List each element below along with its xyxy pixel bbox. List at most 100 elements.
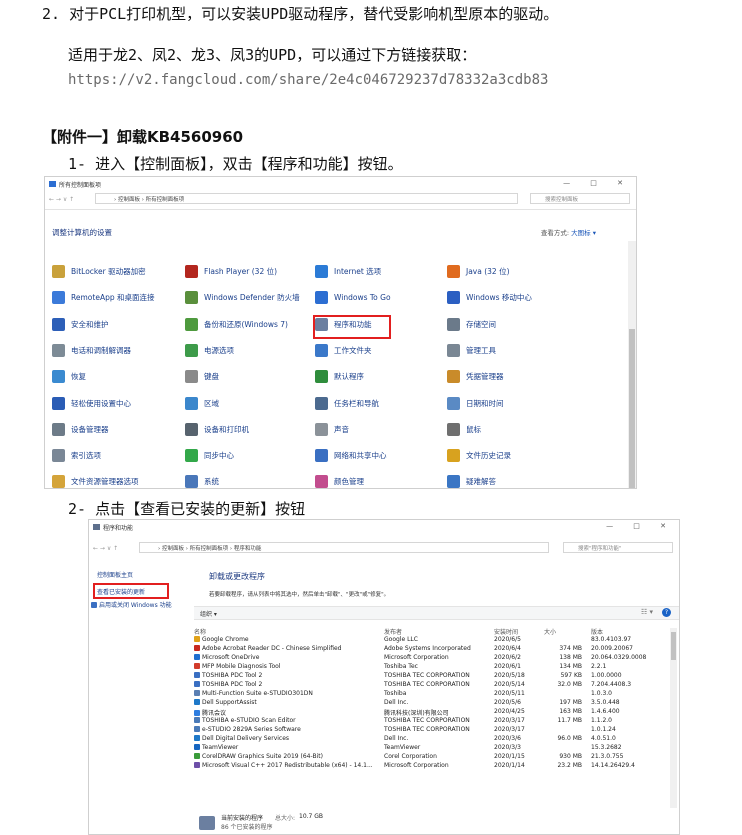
search-input-2[interactable]: 搜索"程序和功能": [563, 542, 673, 553]
view-by[interactable]: 查看方式: 大图标 ▾: [541, 227, 596, 237]
view-options-icon[interactable]: ☷ ▾: [641, 608, 653, 616]
cp-item[interactable]: 电话和调制解调器: [52, 343, 131, 357]
cp-item[interactable]: Windows 移动中心: [447, 291, 532, 305]
cp-item[interactable]: BitLocker 驱动器加密: [52, 265, 146, 278]
cp-item[interactable]: 文件历史记录: [447, 449, 511, 463]
window-controls[interactable]: — □ ✕: [563, 179, 632, 187]
cp-item[interactable]: 声音: [315, 422, 349, 436]
program-icon: [194, 726, 200, 732]
table-row[interactable]: MFP Mobile Diagnosis Tool Toshiba Tec 2020…: [194, 663, 664, 672]
breadcrumb-2[interactable]: › 控制面板 › 所有控制面板项 › 程序和功能: [139, 542, 549, 553]
control-panel-item-icon: [185, 317, 198, 331]
cp-item[interactable]: Windows To Go: [315, 291, 391, 305]
table-row[interactable]: e-STUDIO 2829A Series Software TOSHIBA TE…: [194, 726, 664, 735]
program-name: Microsoft Visual C++ 2017 Redistributabl…: [202, 762, 373, 769]
scrollbar-thumb-2[interactable]: [671, 632, 676, 660]
cp-item[interactable]: 管理工具: [447, 343, 496, 357]
table-row[interactable]: TeamViewer TeamViewer 2020/3/3 15.3.2682: [194, 744, 664, 753]
cp-item[interactable]: 颜色管理: [315, 475, 364, 488]
nav-arrows-icon[interactable]: ← → ∨ ↑: [49, 196, 74, 203]
cp-item-label: 声音: [334, 424, 349, 434]
col-name[interactable]: 名称: [194, 627, 206, 636]
col-version[interactable]: 版本: [591, 627, 603, 636]
cell-publisher: Microsoft Corporation: [384, 762, 449, 769]
cp-item[interactable]: 日期和时间: [447, 396, 504, 410]
cell-size: 11.7 MB: [557, 717, 582, 724]
nav-arrows-icon-2[interactable]: ← → ∨ ↑: [93, 545, 118, 552]
program-name: TeamViewer: [202, 744, 239, 751]
cp-item[interactable]: 文件资源管理器选项: [52, 475, 139, 488]
table-row[interactable]: Google Chrome Google LLC 2020/6/5 83.0.4103…: [194, 636, 664, 645]
cp-item[interactable]: 安全和维护: [52, 317, 109, 331]
windows-features-link[interactable]: 启用或关闭 Windows 功能: [91, 600, 172, 609]
search-input[interactable]: 搜索控制面板: [530, 193, 630, 204]
table-row[interactable]: Microsoft Visual C++ 2017 Redistributabl…: [194, 762, 664, 771]
cp-item[interactable]: Flash Player (32 位): [185, 265, 277, 278]
table-row[interactable]: 腾讯会议 腾讯科技(深圳)有限公司 2020/4/25 163 MB 1.4.6.400: [194, 708, 664, 717]
cp-item[interactable]: 系统: [185, 475, 219, 488]
cp-item[interactable]: Internet 选项: [315, 265, 381, 278]
cp-item[interactable]: 备份和还原(Windows 7): [185, 317, 288, 331]
cp-item-label: 电源选项: [204, 345, 234, 355]
breadcrumb[interactable]: › 控制面板 › 所有控制面板项: [95, 193, 518, 204]
help-icon[interactable]: ?: [662, 608, 671, 617]
cp-item[interactable]: 网络和共享中心: [315, 449, 387, 463]
cp-item[interactable]: Java (32 位): [447, 265, 510, 278]
scrollbar[interactable]: [628, 241, 636, 488]
cp-item[interactable]: 区域: [185, 396, 219, 410]
cp-item[interactable]: 疑难解答: [447, 475, 496, 488]
organize-button[interactable]: 组织 ▾: [200, 609, 217, 618]
cp-item[interactable]: 电源选项: [185, 343, 234, 357]
cp-item[interactable]: 鼠标: [447, 422, 481, 436]
table-row[interactable]: Multi-Function Suite e-STUDIO301DN Toshib…: [194, 690, 664, 699]
status-label: 当前安装的程序: [221, 815, 264, 822]
col-publisher[interactable]: 发布者: [384, 627, 402, 636]
cell-publisher: Dell Inc.: [384, 735, 409, 742]
control-panel-item-icon: [52, 343, 65, 357]
control-panel-item-icon: [447, 265, 460, 278]
cell-version: 14.14.26429.4: [591, 762, 635, 769]
cell-version: 21.3.0.755: [591, 753, 624, 760]
command-bar: 组织 ▾ ☷ ▾ ?: [194, 606, 679, 620]
program-name: Multi-Function Suite e-STUDIO301DN: [202, 690, 313, 697]
share-link[interactable]: https://v2.fangcloud.com/share/2e4c04672…: [68, 72, 548, 88]
cell-name: TOSHIBA PDC Tool 2: [194, 672, 262, 679]
cell-name: TeamViewer: [194, 744, 238, 751]
window-title-2: 程序和功能: [103, 524, 134, 532]
nav-home-link[interactable]: 控制面板主页: [97, 570, 133, 579]
table-row[interactable]: CorelDRAW Graphics Suite 2019 (64-Bit) Co…: [194, 753, 664, 762]
table-row[interactable]: Adobe Acrobat Reader DC - Chinese Simpli…: [194, 645, 664, 654]
cp-item[interactable]: RemoteApp 和桌面连接: [52, 291, 154, 305]
highlight-programs-features: [313, 315, 391, 339]
table-row[interactable]: Dell SupportAssist Dell Inc. 2020/5/6 197 M…: [194, 699, 664, 708]
col-size[interactable]: 大小: [544, 627, 582, 636]
cp-item[interactable]: 任务栏和导航: [315, 396, 379, 410]
cp-item-label: 网络和共享中心: [334, 451, 387, 461]
cp-item-label: 日期和时间: [466, 398, 504, 408]
table-row[interactable]: TOSHIBA PDC Tool 2 TOSHIBA TEC CORPORATIO…: [194, 681, 664, 690]
cp-item[interactable]: 键盘: [185, 370, 219, 384]
cp-item[interactable]: 凭据管理器: [447, 370, 504, 384]
table-row[interactable]: TOSHIBA e-STUDIO Scan Editor TOSHIBA TEC …: [194, 717, 664, 726]
cell-publisher: TOSHIBA TEC CORPORATION: [384, 717, 470, 724]
program-name: 腾讯会议: [202, 710, 227, 717]
table-row[interactable]: Dell Digital Delivery Services Dell Inc. 2…: [194, 735, 664, 744]
view-by-label: 查看方式:: [540, 229, 570, 237]
view-by-value[interactable]: 大图标 ▾: [571, 229, 596, 237]
table-row[interactable]: TOSHIBA PDC Tool 2 TOSHIBA TEC CORPORATIO…: [194, 672, 664, 681]
cp-item[interactable]: 设备和打印机: [185, 422, 249, 436]
cp-item[interactable]: 恢复: [52, 370, 86, 384]
cp-item[interactable]: 同步中心: [185, 449, 234, 463]
cp-item[interactable]: 工作文件夹: [315, 343, 372, 357]
cp-item[interactable]: 轻松使用设置中心: [52, 396, 131, 410]
cp-item[interactable]: 索引选项: [52, 449, 101, 463]
table-row[interactable]: Microsoft OneDrive Microsoft Corporation 2…: [194, 654, 664, 663]
cp-item[interactable]: 存储空间: [447, 317, 496, 331]
scrollbar-2[interactable]: [670, 628, 677, 808]
cp-item[interactable]: 默认程序: [315, 370, 364, 384]
cp-item[interactable]: Windows Defender 防火墙: [185, 291, 300, 305]
cp-item[interactable]: 设备管理器: [52, 422, 109, 436]
window-controls-2[interactable]: — □ ✕: [606, 522, 675, 530]
col-installed[interactable]: 安装时间: [494, 627, 518, 636]
scrollbar-thumb[interactable]: [629, 329, 635, 488]
